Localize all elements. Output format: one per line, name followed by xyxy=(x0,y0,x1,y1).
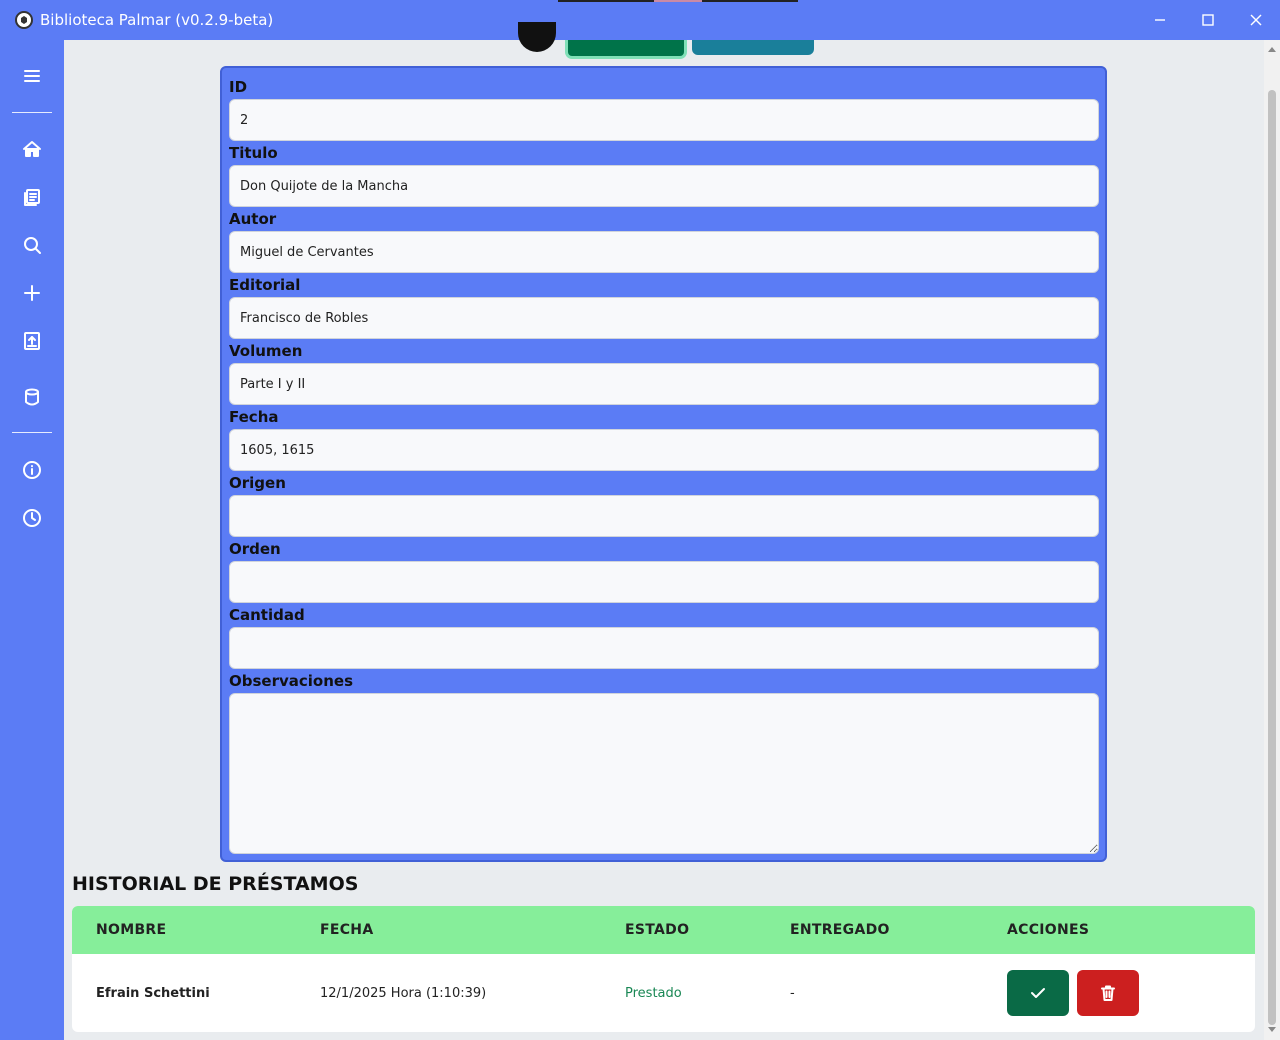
sidebar-menu-button[interactable] xyxy=(12,56,52,96)
field-label-autor: Autor xyxy=(229,210,277,228)
editorial-field[interactable] xyxy=(229,297,1099,339)
database-icon xyxy=(25,388,39,406)
field-label-volumen: Volumen xyxy=(229,342,303,360)
menu-icon xyxy=(24,70,40,82)
minimize-button[interactable] xyxy=(1136,0,1184,40)
back-button[interactable] xyxy=(518,22,556,52)
sidebar-divider xyxy=(12,112,52,113)
sidebar-item-database[interactable] xyxy=(12,377,52,417)
check-icon xyxy=(1031,988,1045,998)
titulo-field[interactable] xyxy=(229,165,1099,207)
title-bar: Biblioteca Palmar (v0.2.9-beta) xyxy=(0,0,1280,40)
maximize-button[interactable] xyxy=(1184,0,1232,40)
autor-field[interactable] xyxy=(229,231,1099,273)
cantidad-field[interactable] xyxy=(229,627,1099,669)
history-table: NOMBRE FECHA ESTADO ENTREGADO ACCIONES E… xyxy=(72,906,1255,1032)
history-title: HISTORIAL DE PRÉSTAMOS xyxy=(72,873,359,895)
column-header-acciones: ACCIONES xyxy=(1007,922,1090,938)
field-label-cantidad: Cantidad xyxy=(229,606,305,624)
scroll-down-arrow-icon[interactable] xyxy=(1268,1027,1276,1032)
book-form: ID Titulo Autor Editorial Volumen Fecha … xyxy=(220,66,1107,862)
search-icon xyxy=(24,237,41,254)
column-header-estado: ESTADO xyxy=(625,922,690,938)
plus-icon xyxy=(24,285,40,301)
trash-icon xyxy=(1101,985,1115,1001)
table-header: NOMBRE FECHA ESTADO ENTREGADO ACCIONES xyxy=(72,906,1255,954)
scroll-thumb[interactable] xyxy=(1268,90,1276,1025)
app-icon xyxy=(15,11,33,29)
top-tab-strip xyxy=(558,0,798,2)
column-header-nombre: NOMBRE xyxy=(96,922,167,938)
sidebar-item-info[interactable] xyxy=(12,450,52,490)
maximize-icon xyxy=(1202,14,1214,26)
window-controls xyxy=(1136,0,1280,40)
origen-field[interactable] xyxy=(229,495,1099,537)
scroll-up-arrow-icon[interactable] xyxy=(1268,47,1276,52)
sidebar-item-history[interactable] xyxy=(12,498,52,538)
sidebar-divider xyxy=(12,432,52,433)
sidebar-item-home[interactable] xyxy=(12,129,52,169)
sidebar-item-books[interactable] xyxy=(12,177,52,217)
field-label-id: ID xyxy=(229,78,248,96)
column-header-entregado: ENTREGADO xyxy=(790,922,890,938)
save-button[interactable] xyxy=(565,40,687,59)
id-field[interactable] xyxy=(229,99,1099,141)
sidebar-item-add[interactable] xyxy=(12,273,52,313)
observaciones-field[interactable] xyxy=(229,693,1099,854)
field-label-orden: Orden xyxy=(229,540,281,558)
info-icon xyxy=(23,461,41,479)
orden-field[interactable] xyxy=(229,561,1099,603)
fecha-field[interactable] xyxy=(229,429,1099,471)
field-label-titulo: Titulo xyxy=(229,144,278,162)
vertical-scrollbar[interactable] xyxy=(1264,40,1280,1040)
clock-icon xyxy=(23,509,41,527)
cell-estado: Prestado xyxy=(625,986,682,1001)
sidebar-item-search[interactable] xyxy=(12,225,52,265)
mark-returned-button[interactable] xyxy=(1007,970,1069,1016)
home-icon xyxy=(23,141,41,157)
field-label-editorial: Editorial xyxy=(229,276,301,294)
sidebar xyxy=(0,40,64,1040)
sidebar-item-upload[interactable] xyxy=(12,321,52,361)
window-title: Biblioteca Palmar (v0.2.9-beta) xyxy=(40,11,274,29)
upload-icon xyxy=(24,332,40,350)
close-icon xyxy=(1250,14,1262,26)
field-label-observaciones: Observaciones xyxy=(229,672,354,690)
column-header-fecha: FECHA xyxy=(320,922,374,938)
books-icon xyxy=(24,189,40,206)
delete-loan-button[interactable] xyxy=(1077,970,1139,1016)
field-label-fecha: Fecha xyxy=(229,408,279,426)
close-button[interactable] xyxy=(1232,0,1280,40)
minimize-icon xyxy=(1155,19,1165,21)
cell-nombre: Efrain Schettini xyxy=(96,986,210,1001)
volumen-field[interactable] xyxy=(229,363,1099,405)
cell-fecha: 12/1/2025 Hora (1:10:39) xyxy=(320,986,487,1001)
secondary-action-button[interactable] xyxy=(692,40,814,55)
field-label-origen: Origen xyxy=(229,474,286,492)
cell-entregado: - xyxy=(790,986,795,1001)
